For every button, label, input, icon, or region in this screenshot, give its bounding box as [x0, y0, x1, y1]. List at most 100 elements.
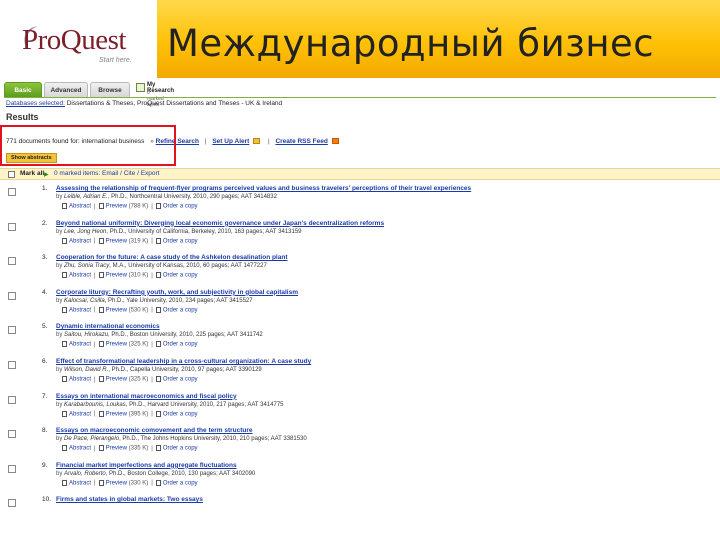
- result-title-link[interactable]: Assessing the relationship of frequent-f…: [56, 185, 471, 192]
- preview-link[interactable]: Preview: [106, 377, 127, 383]
- tab-advanced[interactable]: Advanced: [44, 82, 88, 97]
- preview-link[interactable]: Preview: [106, 307, 127, 313]
- result-title-link[interactable]: Financial market imperfections and aggre…: [56, 462, 237, 469]
- order-copy-link[interactable]: Order a copy: [163, 307, 198, 313]
- result-checkbox[interactable]: [8, 188, 16, 196]
- order-copy-link[interactable]: Order a copy: [163, 238, 198, 244]
- preview-link[interactable]: Preview: [106, 411, 127, 417]
- order-icon: [155, 445, 161, 452]
- result-title-link[interactable]: Effect of transformational leadership in…: [56, 358, 311, 365]
- by-prefix: by: [56, 436, 65, 443]
- result-title-link[interactable]: Essays on international macroeconomics a…: [56, 393, 237, 400]
- preview-link[interactable]: Preview: [106, 446, 127, 452]
- separator: |: [151, 480, 153, 487]
- result-number: 2.: [42, 219, 48, 227]
- order-copy-link[interactable]: Order a copy: [163, 480, 198, 486]
- result-row: 10. Firms and states in global markets: T…: [0, 493, 720, 528]
- result-title-link[interactable]: Firms and states in global markets: Two …: [56, 496, 203, 503]
- rss-icon: [331, 138, 339, 145]
- result-meta: by Lee, Jong Heon, Ph.D., University of …: [56, 229, 302, 235]
- result-checkbox[interactable]: [8, 499, 16, 508]
- order-icon: [155, 203, 161, 209]
- pdf-icon: [98, 272, 104, 279]
- result-checkbox[interactable]: [8, 257, 16, 266]
- result-checkbox[interactable]: [8, 326, 16, 335]
- result-title-link[interactable]: Essays on macroeconomic comovement and t…: [56, 427, 253, 434]
- tab-browse[interactable]: Browse: [90, 82, 130, 97]
- result-number: 4.: [42, 288, 48, 296]
- separator: |: [94, 307, 96, 314]
- set-up-alert-link[interactable]: Set Up Alert: [212, 138, 249, 145]
- result-author: Saitou, Hirokazu: [64, 332, 109, 339]
- abstract-link[interactable]: Abstract: [69, 411, 91, 417]
- by-prefix: by: [56, 332, 65, 339]
- pdf-icon: [98, 479, 104, 486]
- order-copy-link[interactable]: Order a copy: [163, 273, 198, 279]
- abstract-link[interactable]: Abstract: [69, 307, 91, 313]
- by-prefix: by: [56, 366, 65, 373]
- preview-link[interactable]: Preview: [106, 238, 127, 244]
- tab-basic[interactable]: Basic: [4, 82, 42, 97]
- preview-link[interactable]: Preview: [106, 342, 127, 348]
- result-details: , Ph.D., Northcentral University, 2010, …: [107, 194, 277, 200]
- result-title-link[interactable]: Corporate liturgy: Recrafting youth, wor…: [56, 289, 298, 296]
- result-checkbox[interactable]: [8, 291, 16, 300]
- result-title-link[interactable]: Beyond national uniformity: Diverging lo…: [56, 220, 384, 227]
- file-size: (325 K): [128, 376, 149, 383]
- order-icon: [155, 375, 161, 382]
- abstract-link[interactable]: Abstract: [69, 480, 91, 486]
- result-row: 7. Essays on international macroeconomics…: [0, 390, 720, 425]
- result-checkbox[interactable]: [8, 360, 16, 369]
- result-details: , Ph.D., University of California, Berke…: [106, 228, 302, 235]
- abstract-link[interactable]: Abstract: [69, 204, 91, 210]
- abstract-icon: [62, 237, 67, 244]
- mark-all-checkbox[interactable]: [8, 171, 15, 178]
- separator: |: [94, 445, 96, 452]
- order-icon: [155, 272, 161, 279]
- file-size: (310 K): [128, 272, 149, 279]
- order-copy-link[interactable]: Order a copy: [163, 342, 198, 348]
- file-size: (330 K): [128, 480, 149, 487]
- order-icon: [155, 237, 161, 244]
- my-research-icon: [136, 83, 145, 92]
- result-author: Lee, Jong Heon: [64, 228, 107, 235]
- databases-selected-link[interactable]: Databases selected:: [6, 100, 65, 107]
- result-title-link[interactable]: Cooperation for the future: A case study…: [56, 254, 288, 261]
- preview-link[interactable]: Preview: [106, 204, 127, 210]
- result-title-link[interactable]: Dynamic international economics: [56, 323, 160, 330]
- order-copy-link[interactable]: Order a copy: [163, 411, 198, 417]
- preview-link[interactable]: Preview: [106, 273, 127, 279]
- abstract-link[interactable]: Abstract: [69, 273, 91, 279]
- result-meta: by Saitou, Hirokazu, Ph.D., Boston Unive…: [56, 332, 263, 338]
- abstract-link[interactable]: Abstract: [69, 377, 91, 383]
- marked-items-count[interactable]: 0 marked items: Email / Cite / Export: [54, 170, 159, 177]
- order-copy-link[interactable]: Order a copy: [163, 377, 198, 383]
- result-number: 7.: [42, 392, 48, 400]
- pdf-icon: [98, 341, 104, 348]
- abstract-link[interactable]: Abstract: [69, 446, 91, 452]
- result-checkbox[interactable]: [8, 430, 16, 439]
- abstract-icon: [62, 410, 67, 417]
- separator: |: [151, 238, 153, 245]
- by-prefix: by: [56, 401, 65, 408]
- order-copy-link[interactable]: Order a copy: [163, 446, 198, 452]
- result-checkbox[interactable]: [8, 464, 16, 473]
- result-row: 6. Effect of transformational leadership …: [0, 355, 720, 390]
- slide-header: ProQuest Start here. Международный бизне…: [0, 0, 720, 78]
- result-number: 9.: [42, 461, 48, 469]
- result-links: Abstract | Preview (335 K) | Order a copy: [62, 445, 198, 452]
- create-rss-link[interactable]: Create RSS Feed: [275, 138, 327, 145]
- abstract-icon: [62, 203, 67, 209]
- result-checkbox[interactable]: [8, 222, 16, 231]
- abstract-link[interactable]: Abstract: [69, 238, 91, 244]
- order-copy-link[interactable]: Order a copy: [163, 204, 198, 210]
- logo-text: ProQuest: [22, 24, 126, 56]
- result-links: Abstract | Preview (325 K) | Order a copy: [62, 375, 198, 383]
- result-number: 3.: [42, 254, 48, 262]
- preview-link[interactable]: Preview: [106, 480, 127, 486]
- mark-all-label: Mark all: [20, 170, 45, 177]
- result-checkbox[interactable]: [8, 395, 16, 404]
- abstract-link[interactable]: Abstract: [69, 342, 91, 348]
- result-details: , Ph.D., Yale University, 2010, 234 page…: [104, 297, 253, 304]
- slide-title: Международный бизнес: [167, 22, 655, 65]
